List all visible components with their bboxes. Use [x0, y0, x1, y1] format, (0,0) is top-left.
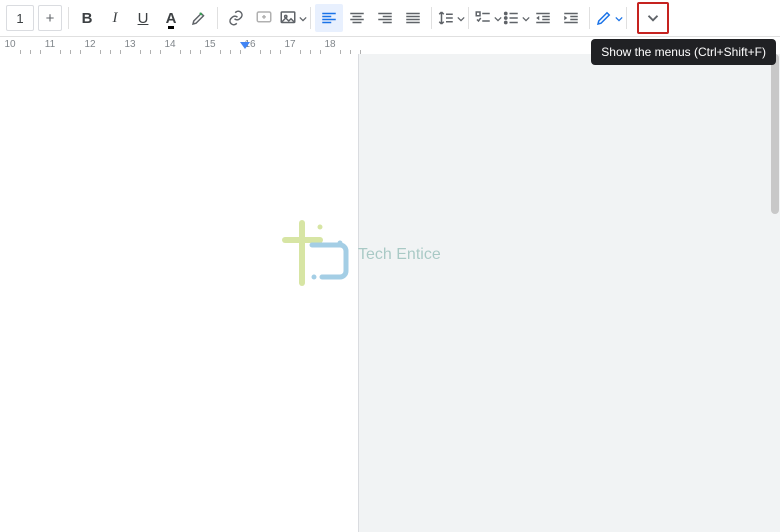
align-justify-icon: [404, 9, 422, 27]
link-icon: [227, 9, 245, 27]
scrollbar-thumb[interactable]: [771, 54, 779, 214]
highlight-color-button[interactable]: [185, 4, 213, 32]
ruler-number: 10: [4, 39, 15, 50]
ruler-number: 12: [84, 39, 95, 50]
ruler-number: 13: [124, 39, 135, 50]
highlighter-icon: [190, 9, 208, 27]
align-left-button[interactable]: [315, 4, 343, 32]
comment-icon: [255, 9, 273, 27]
separator: [68, 7, 69, 29]
ruler-number: 17: [284, 39, 295, 50]
add-comment-button[interactable]: [250, 4, 278, 32]
separator: [468, 7, 469, 29]
indent-decrease-icon: [534, 9, 552, 27]
bold-icon: B: [82, 10, 93, 27]
italic-button[interactable]: I: [101, 4, 129, 32]
line-spacing-icon: [437, 9, 455, 27]
font-size-input[interactable]: 1: [6, 5, 34, 31]
font-size-increase-button[interactable]: +: [38, 5, 62, 31]
chevron-down-icon: [644, 9, 662, 27]
chevron-down-icon: [494, 15, 500, 21]
chevron-down-icon: [457, 15, 463, 21]
align-right-icon: [376, 9, 394, 27]
pen-icon: [595, 9, 613, 27]
separator: [589, 7, 590, 29]
align-justify-button[interactable]: [399, 4, 427, 32]
watermark: Tech Entice: [280, 215, 441, 295]
chevron-down-icon: [299, 15, 305, 21]
separator: [431, 7, 432, 29]
image-icon: [279, 9, 297, 27]
separator: [310, 7, 311, 29]
chevron-down-icon: [522, 15, 528, 21]
underline-button[interactable]: U: [129, 4, 157, 32]
ruler-number: 14: [164, 39, 175, 50]
insert-image-button[interactable]: [278, 4, 306, 32]
text-color-button[interactable]: A: [157, 4, 185, 32]
bold-button[interactable]: B: [73, 4, 101, 32]
align-center-button[interactable]: [343, 4, 371, 32]
increase-indent-button[interactable]: [557, 4, 585, 32]
align-center-icon: [348, 9, 366, 27]
chevron-down-icon: [615, 15, 621, 21]
align-left-icon: [320, 9, 338, 27]
ruler-number: 15: [204, 39, 215, 50]
ruler-number: 18: [324, 39, 335, 50]
insert-link-button[interactable]: [222, 4, 250, 32]
checklist-icon: [474, 9, 492, 27]
text-color-icon: A: [166, 10, 177, 27]
bulleted-list-icon: [502, 9, 520, 27]
bulleted-list-button[interactable]: [501, 4, 529, 32]
toolbar: 1 + B I U A: [0, 0, 780, 37]
show-menus-button[interactable]: [637, 2, 669, 34]
italic-icon: I: [113, 10, 118, 27]
separator: [626, 7, 627, 29]
show-menus-tooltip: Show the menus (Ctrl+Shift+F): [591, 39, 776, 65]
separator: [217, 7, 218, 29]
vertical-scrollbar[interactable]: [770, 54, 780, 532]
editing-mode-button[interactable]: [594, 4, 622, 32]
align-right-button[interactable]: [371, 4, 399, 32]
watermark-text: Tech Entice: [358, 246, 441, 264]
line-spacing-button[interactable]: [436, 4, 464, 32]
ruler-indent-marker[interactable]: [240, 42, 250, 49]
ruler-number: 11: [45, 39, 55, 50]
watermark-logo: [280, 215, 350, 295]
decrease-indent-button[interactable]: [529, 4, 557, 32]
indent-increase-icon: [562, 9, 580, 27]
underline-icon: U: [138, 10, 149, 27]
checklist-button[interactable]: [473, 4, 501, 32]
